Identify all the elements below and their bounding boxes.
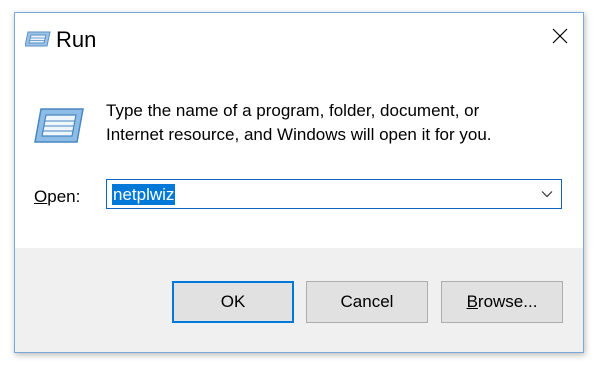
open-combobox[interactable]: netplwiz xyxy=(106,179,562,209)
ok-button[interactable]: OK xyxy=(172,281,294,323)
run-icon xyxy=(24,30,53,48)
browse-button[interactable]: Browse... xyxy=(441,281,563,323)
chevron-down-icon xyxy=(541,185,553,203)
description-text: Type the name of a program, folder, docu… xyxy=(106,101,492,144)
window-title: Run xyxy=(56,27,97,52)
cancel-button[interactable]: Cancel xyxy=(306,281,428,323)
title-bar: Run xyxy=(15,13,583,63)
open-label: Open: xyxy=(34,187,81,206)
dialog-content: Type the name of a program, folder, docu… xyxy=(15,63,583,248)
button-bar: OK Cancel Browse... xyxy=(15,248,583,352)
close-icon xyxy=(552,28,568,49)
dropdown-button[interactable] xyxy=(533,180,561,208)
open-input-value[interactable]: netplwiz xyxy=(112,184,176,205)
run-dialog: Run Type the name of a program, folder, … xyxy=(14,12,584,353)
close-button[interactable] xyxy=(537,13,583,63)
run-icon xyxy=(33,106,85,146)
